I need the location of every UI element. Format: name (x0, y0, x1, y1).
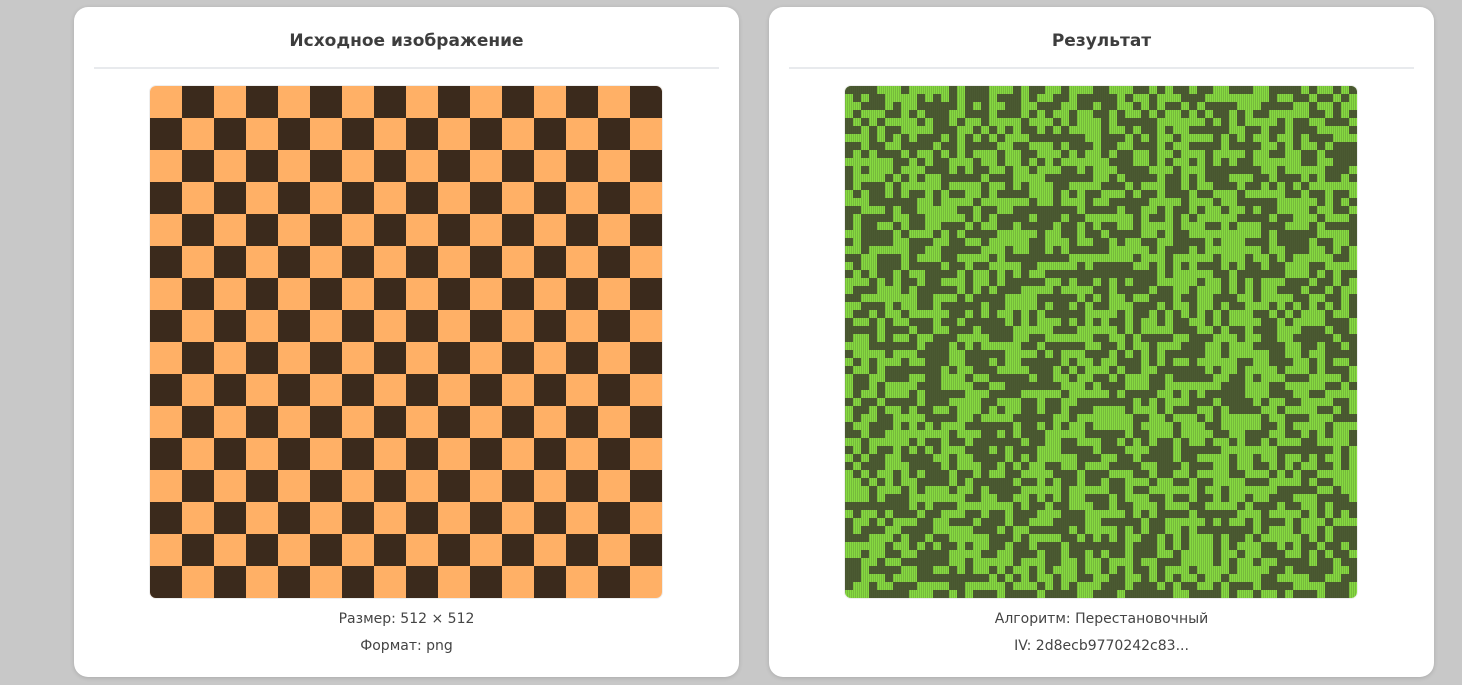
original-image (150, 86, 662, 598)
result-iv-text: IV: 2d8ecb9770242c83... (1014, 638, 1189, 654)
encrypted-noise-image (845, 86, 1357, 598)
result-panel-divider (789, 67, 1414, 69)
original-size-text: Размер: 512 × 512 (338, 611, 475, 627)
original-format-text: Формат: png (360, 638, 453, 654)
original-panel-divider (94, 67, 719, 69)
result-image (845, 86, 1357, 598)
checkerboard-image (150, 86, 662, 598)
original-image-panel: Исходное изображение Размер: 512 × 512 Ф… (74, 7, 739, 677)
result-algorithm-text: Алгоритм: Перестановочный (994, 611, 1209, 627)
result-panel-title: Результат (1051, 31, 1152, 51)
result-image-panel: Результат Алгоритм: Перестановочный IV: … (769, 7, 1434, 677)
original-panel-title: Исходное изображение (289, 31, 524, 51)
